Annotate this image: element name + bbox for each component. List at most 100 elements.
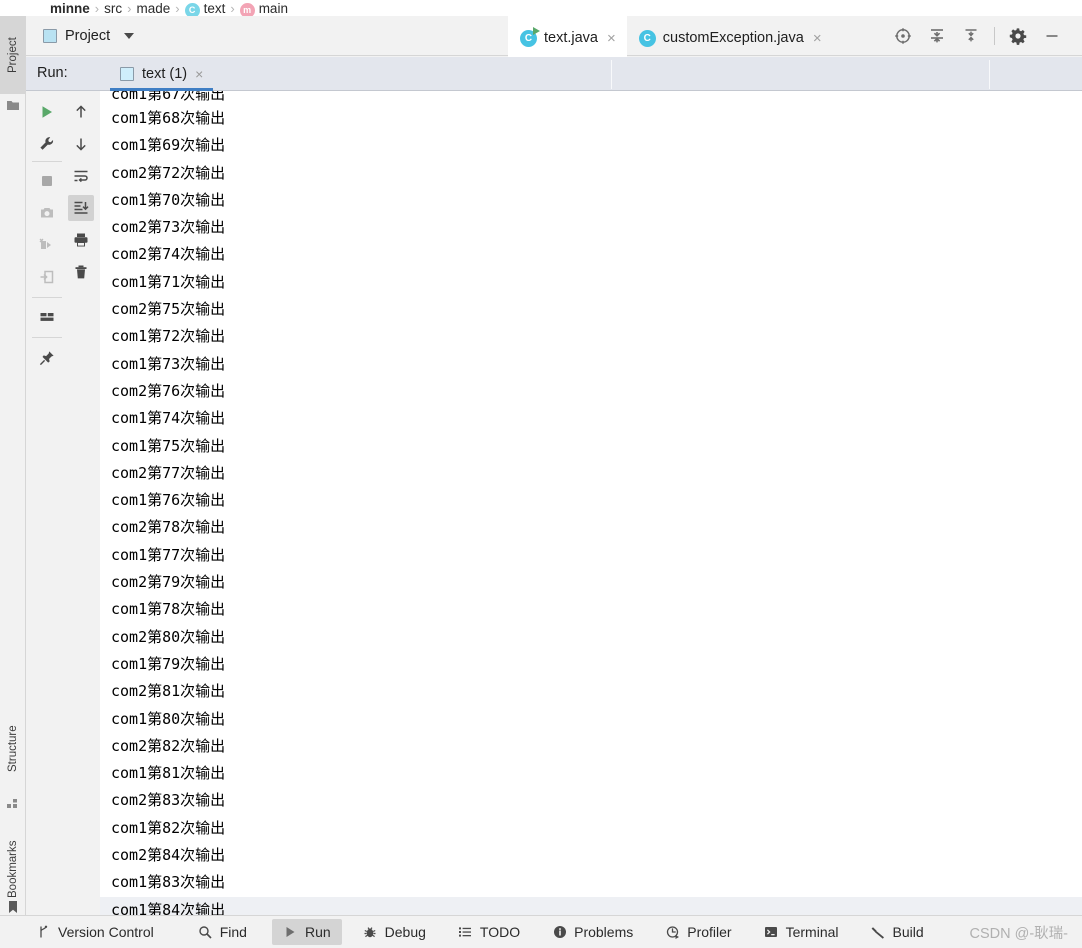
hammer-icon xyxy=(871,925,886,940)
tab-customexception-java[interactable]: C customException.java × xyxy=(627,16,833,60)
watermark: CSDN @-耿瑞- xyxy=(969,925,1069,942)
breadcrumb-separator: › xyxy=(230,1,235,16)
run-toolwindow-header: Run: text (1) × xyxy=(26,57,1082,91)
list-icon xyxy=(458,925,473,940)
project-title-group[interactable]: Project xyxy=(26,27,135,44)
select-opened-file-icon[interactable] xyxy=(889,22,917,50)
console-line: com2第77次输出 xyxy=(111,463,226,482)
rerun-button[interactable] xyxy=(34,99,60,125)
console-line: com1第70次输出 xyxy=(111,190,226,209)
close-icon[interactable]: × xyxy=(195,66,203,82)
close-icon[interactable]: × xyxy=(813,31,822,46)
console-line: com1第71次输出 xyxy=(111,272,226,291)
console-output[interactable]: com1第67次输出 com1第68次输出 com1第69次输出 com2第72次输出… xyxy=(100,91,1082,915)
console-line: com2第84次输出 xyxy=(111,846,226,865)
chevron-down-icon[interactable] xyxy=(124,32,135,39)
console-line: com2第79次输出 xyxy=(111,573,226,592)
run-label: Run: xyxy=(37,65,68,81)
class-icon: C xyxy=(184,3,200,16)
console-line: com1第74次输出 xyxy=(111,409,226,428)
breadcrumb-item-minne[interactable]: minne xyxy=(50,0,90,16)
console-line: com1第73次输出 xyxy=(111,354,226,373)
sidebar-item-structure[interactable]: Structure xyxy=(0,706,26,792)
close-icon[interactable]: × xyxy=(607,31,616,46)
debug-attach-button[interactable] xyxy=(34,232,60,258)
up-button[interactable] xyxy=(68,99,94,125)
run-config-icon xyxy=(120,67,134,81)
console-line: com2第74次输出 xyxy=(111,245,226,264)
hide-minimize-icon[interactable] xyxy=(1038,22,1066,50)
breadcrumb-label: made xyxy=(136,1,171,16)
breadcrumb-label: src xyxy=(104,1,123,16)
tab-label: text.java xyxy=(544,30,598,46)
status-item-version-control[interactable]: Version Control xyxy=(25,919,165,945)
status-item-profiler[interactable]: Profiler xyxy=(654,919,742,945)
export-button[interactable] xyxy=(34,264,60,290)
screenshot-button[interactable] xyxy=(34,200,60,226)
scroll-to-end-button[interactable] xyxy=(68,195,94,221)
status-item-label: Problems xyxy=(574,924,634,940)
clear-all-button[interactable] xyxy=(68,259,94,285)
console-line: com2第83次输出 xyxy=(111,791,226,810)
java-class-run-icon: C xyxy=(520,26,540,47)
print-button[interactable] xyxy=(68,227,94,253)
breadcrumb-item-text[interactable]: Ctext xyxy=(184,0,226,16)
console-line: com1第81次输出 xyxy=(111,764,226,783)
console-line: com1第72次输出 xyxy=(111,327,226,346)
breadcrumb-item-src[interactable]: src xyxy=(104,0,122,16)
status-item-label: Profiler xyxy=(687,924,732,940)
toolbar-divider xyxy=(994,26,995,45)
status-item-problems[interactable]: Problems xyxy=(541,919,644,945)
console-line: com1第69次输出 xyxy=(111,136,226,155)
expand-all-icon[interactable] xyxy=(923,22,951,50)
pin-tab-button[interactable] xyxy=(34,345,60,371)
tab-label: customException.java xyxy=(662,30,804,46)
edit-configuration-button[interactable] xyxy=(34,131,60,157)
console-line: com2第81次输出 xyxy=(111,682,226,701)
search-icon xyxy=(198,925,213,940)
console-line: com2第78次输出 xyxy=(111,518,226,537)
sidebar-item-project[interactable]: Project xyxy=(0,16,26,94)
branch-icon xyxy=(36,925,51,940)
soft-wrap-button[interactable] xyxy=(68,163,94,189)
console-line: com2第72次输出 xyxy=(111,163,226,182)
collapse-all-icon[interactable] xyxy=(957,22,985,50)
structure-icon xyxy=(6,796,20,810)
status-item-build[interactable]: Build xyxy=(860,919,935,945)
terminal-icon xyxy=(764,925,779,940)
breadcrumb: minne › src › made › Ctext › m main xyxy=(0,0,1082,16)
breadcrumb-separator: › xyxy=(127,1,132,16)
breadcrumb-label: text xyxy=(203,1,226,16)
breadcrumb-item-main[interactable]: m main xyxy=(239,0,288,16)
down-button[interactable] xyxy=(68,131,94,157)
console-line: com1第67次输出 xyxy=(111,91,226,103)
run-tab-label: text (1) xyxy=(142,66,188,82)
run-header-divider xyxy=(611,60,612,89)
run-tab-text[interactable]: text (1) × xyxy=(110,57,214,91)
page-title: Project xyxy=(65,27,111,44)
status-item-label: Version Control xyxy=(58,924,154,940)
console-line: com1第68次输出 xyxy=(111,109,226,127)
sidebar-item-label: Structure xyxy=(7,725,19,773)
settings-gear-icon[interactable] xyxy=(1004,22,1032,50)
status-item-run[interactable]: Run xyxy=(271,919,342,945)
sidebar-item-label: Bookmarks xyxy=(7,840,19,898)
info-circle-icon xyxy=(552,925,567,940)
status-bar: Version Control Find Run Debug TODO Prob… xyxy=(0,915,1082,948)
console-line: com1第78次输出 xyxy=(111,600,226,619)
status-item-terminal[interactable]: Terminal xyxy=(753,919,850,945)
layout-button[interactable] xyxy=(34,304,60,330)
status-item-debug[interactable]: Debug xyxy=(352,919,437,945)
breadcrumb-item-made[interactable]: made xyxy=(136,0,170,16)
breadcrumb-label: main xyxy=(258,1,288,16)
stop-button[interactable] xyxy=(34,168,60,194)
status-item-label: Debug xyxy=(384,924,426,940)
toolbar-divider xyxy=(32,297,62,298)
console-line: com1第77次输出 xyxy=(111,545,226,564)
console-line: com1第76次输出 xyxy=(111,491,226,510)
tab-text-java[interactable]: C text.java × xyxy=(508,16,627,60)
status-item-todo[interactable]: TODO xyxy=(447,919,531,945)
breadcrumb-label: minne xyxy=(50,1,90,16)
console-line: com2第76次输出 xyxy=(111,381,226,400)
status-item-find[interactable]: Find xyxy=(187,919,258,945)
